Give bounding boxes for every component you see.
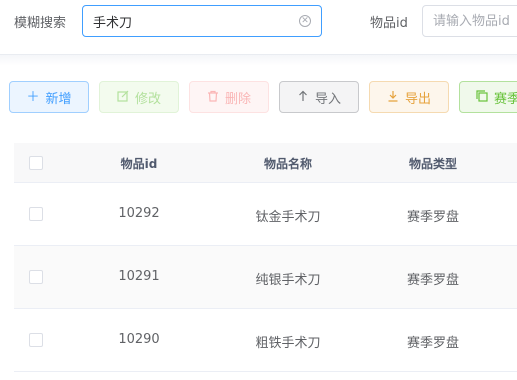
row-checkbox[interactable]: [29, 333, 43, 347]
trash-icon: [207, 90, 219, 105]
table-header: 物品id 物品名称 物品类型: [14, 143, 517, 183]
export-button-label: 导出: [404, 91, 431, 107]
import-button[interactable]: 导入: [279, 81, 359, 113]
row-checkbox[interactable]: [29, 270, 43, 284]
header-item-name[interactable]: 物品名称: [238, 155, 338, 172]
edit-button-label: 修改: [134, 91, 161, 107]
cell-item-name: 钛金手术刀: [255, 210, 321, 225]
items-table: 物品id 物品名称 物品类型 10292 钛金手术刀 赛季罗盘 10291 纯银…: [14, 143, 517, 372]
header-item-type[interactable]: 物品类型: [383, 155, 483, 172]
row-checkbox[interactable]: [29, 207, 43, 221]
item-management-page: 模糊搜索 ✕ 物品id ＋ 新增 修改 删除: [0, 0, 517, 380]
item-id-label: 物品id: [370, 16, 408, 31]
season-button-label: 赛季: [494, 91, 517, 107]
circle-close-icon[interactable]: ✕: [299, 15, 311, 27]
import-button-label: 导入: [314, 91, 341, 107]
season-button[interactable]: 赛季: [459, 81, 517, 113]
search-form: 模糊搜索 ✕ 物品id: [0, 0, 517, 50]
item-id-input[interactable]: [433, 12, 517, 30]
item-id-box[interactable]: [422, 5, 517, 37]
table-row[interactable]: 10291 纯银手术刀 赛季罗盘: [14, 246, 517, 309]
plus-icon: ＋: [26, 89, 40, 105]
cell-item-id: 10290: [118, 332, 160, 347]
table-row[interactable]: 10292 钛金手术刀 赛季罗盘: [14, 183, 517, 246]
header-item-id[interactable]: 物品id: [99, 155, 179, 172]
fuzzy-search-input[interactable]: [93, 12, 293, 30]
cell-item-name: 粗铁手术刀: [255, 336, 321, 351]
export-button[interactable]: 导出: [369, 81, 449, 113]
download-icon: [387, 90, 399, 105]
cell-item-name: 纯银手术刀: [255, 273, 321, 288]
delete-button[interactable]: 删除: [189, 81, 269, 113]
add-button-label: 新增: [45, 91, 72, 107]
select-all-checkbox[interactable]: [29, 156, 43, 170]
action-toolbar: ＋ 新增 修改 删除 导入 导出 赛季: [0, 80, 517, 114]
cell-item-type: 赛季罗盘: [406, 273, 459, 288]
cell-item-type: 赛季罗盘: [406, 210, 459, 225]
table-row[interactable]: 10290 粗铁手术刀 赛季罗盘: [14, 309, 517, 372]
fuzzy-search-label: 模糊搜索: [14, 16, 67, 31]
upload-arrow-icon: [297, 90, 309, 105]
cell-item-type: 赛季罗盘: [406, 336, 459, 351]
copy-icon: [476, 89, 488, 105]
cell-item-id: 10291: [118, 269, 160, 284]
delete-button-label: 删除: [224, 91, 251, 107]
cell-item-id: 10292: [118, 206, 160, 221]
section-divider: [0, 54, 517, 66]
fuzzy-search-box[interactable]: ✕: [82, 5, 322, 37]
edit-button[interactable]: 修改: [99, 81, 179, 113]
add-button[interactable]: ＋ 新增: [9, 81, 89, 113]
edit-icon: [117, 90, 129, 105]
